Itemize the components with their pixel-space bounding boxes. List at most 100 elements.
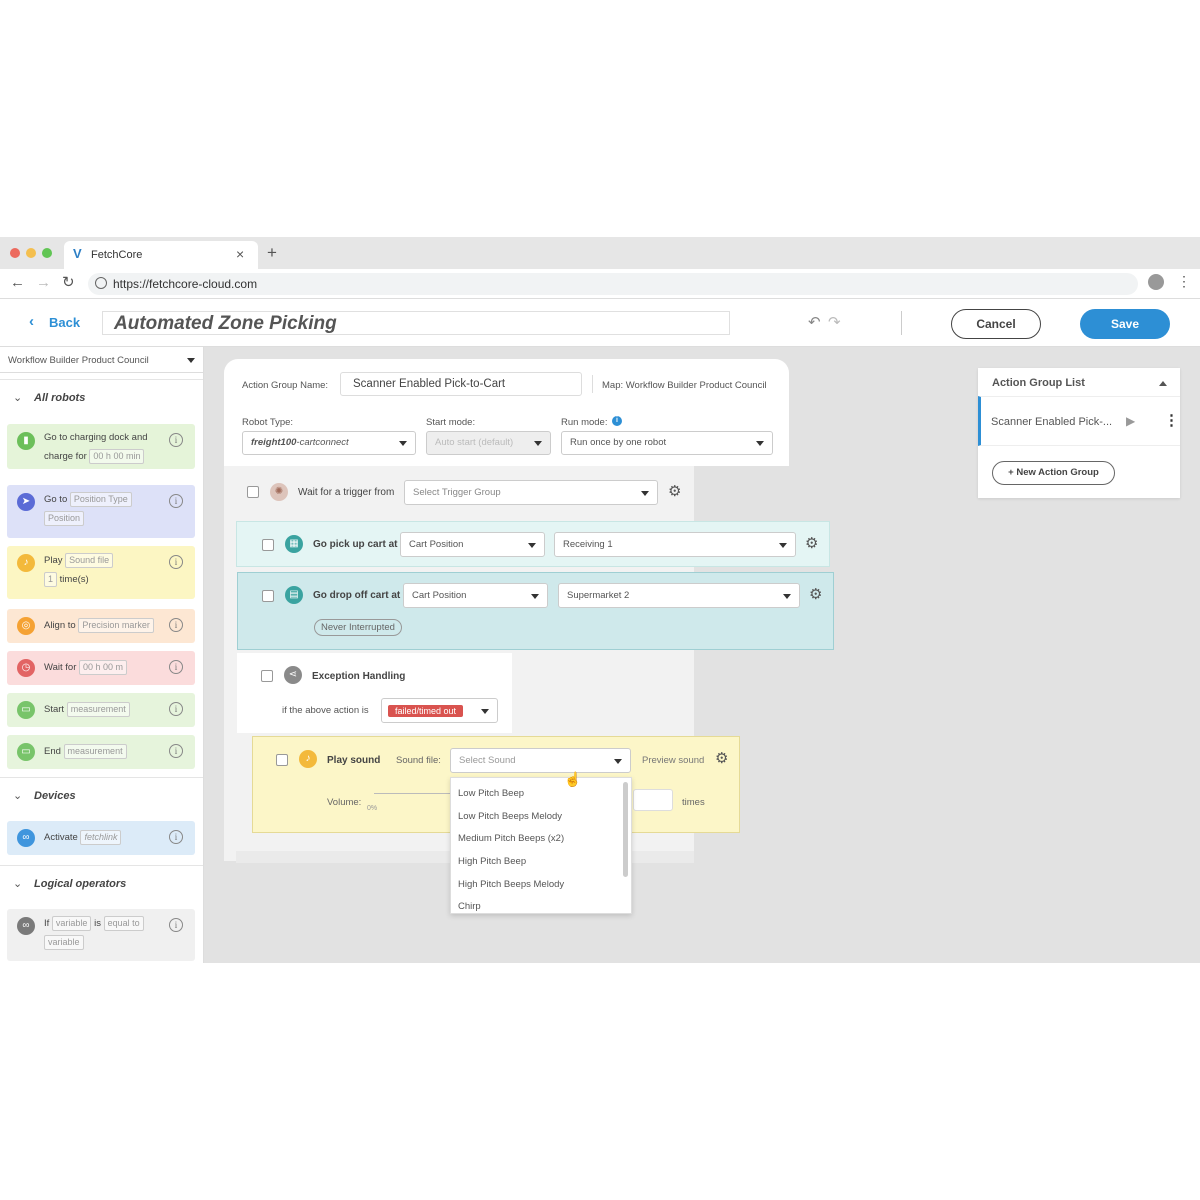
volume-slider[interactable] <box>374 793 454 794</box>
section-all-robots[interactable]: All robots <box>34 392 85 404</box>
dropoff-position-type-select[interactable]: Cart Position <box>403 583 548 608</box>
operator-icon: ∞ <box>17 917 35 935</box>
info-icon[interactable]: i <box>169 918 183 932</box>
sound-option[interactable]: Low Pitch Beeps Melody <box>458 811 562 822</box>
block-if[interactable]: ∞ If variable is equal to variable i <box>7 909 195 961</box>
sound-file-select[interactable]: Select Sound <box>450 748 631 773</box>
tab-close-icon[interactable]: × <box>236 246 244 262</box>
more-options-icon[interactable]: ⋮ <box>1164 411 1179 429</box>
collapse-devices-icon[interactable]: ⌄ <box>13 789 22 802</box>
new-tab-icon[interactable]: + <box>267 243 277 263</box>
undo-icon[interactable]: ↶ <box>808 313 821 331</box>
browser-window: V FetchCore × + ← → ↻ https://fetchcore-… <box>0 237 1200 963</box>
sound-option[interactable]: Chirp <box>458 901 481 912</box>
preview-sound-link[interactable]: Preview sound <box>642 755 704 766</box>
info-icon[interactable]: i <box>169 660 183 674</box>
exception-checkbox[interactable] <box>261 670 273 682</box>
sound-option[interactable]: High Pitch Beeps Melody <box>458 879 564 890</box>
collapse-all-robots-icon[interactable]: ⌄ <box>13 391 22 404</box>
dropoff-checkbox[interactable] <box>262 590 274 602</box>
cancel-button[interactable]: Cancel <box>951 309 1041 339</box>
collapse-logical-operators-icon[interactable]: ⌄ <box>13 877 22 890</box>
sound-option[interactable]: Low Pitch Beep <box>458 788 524 799</box>
pickup-checkbox[interactable] <box>262 539 274 551</box>
info-icon[interactable]: i <box>169 830 183 844</box>
robot-type-select[interactable]: freight100-cartconnect <box>242 431 416 455</box>
info-icon[interactable]: i <box>169 494 183 508</box>
precision-marker-chip: Precision marker <box>78 618 154 633</box>
block-activate[interactable]: ∞ Activate fetchlink i <box>7 821 195 855</box>
info-icon[interactable]: i <box>169 744 183 758</box>
browser-tab[interactable]: V FetchCore × <box>64 241 258 269</box>
gear-icon[interactable]: ⚙ <box>668 482 681 500</box>
dropdown-scrollbar[interactable] <box>623 782 628 877</box>
gear-icon[interactable]: ⚙ <box>715 749 728 767</box>
maximize-window-dot[interactable] <box>42 248 52 258</box>
dropoff-position-select[interactable]: Supermarket 2 <box>558 583 800 608</box>
save-button[interactable]: Save <box>1080 309 1170 339</box>
back-arrow-icon[interactable]: ← <box>10 274 25 291</box>
minimize-window-dot[interactable] <box>26 248 36 258</box>
trigger-block[interactable]: ✺ Wait for a trigger from Select Trigger… <box>236 473 694 511</box>
app-header: ‹ Back Automated Zone Picking ↶ ↷ Cancel… <box>0 299 1200 347</box>
chevron-up-icon[interactable] <box>1159 381 1167 386</box>
block-align[interactable]: ◎ Align to Precision marker i <box>7 609 195 643</box>
reload-icon[interactable]: ↻ <box>62 273 75 291</box>
trigger-checkbox[interactable] <box>247 486 259 498</box>
redo-icon[interactable]: ↷ <box>828 313 841 331</box>
block-palette-sidebar: Workflow Builder Product Council ⌄ All r… <box>0 347 204 963</box>
browser-menu-icon[interactable]: ⋮ <box>1177 273 1191 290</box>
chevron-down-icon <box>534 441 542 446</box>
section-logical-operators[interactable]: Logical operators <box>34 878 126 890</box>
info-icon[interactable]: i <box>169 618 183 632</box>
workspace-select[interactable]: Workflow Builder Product Council <box>0 347 203 373</box>
info-icon[interactable]: i <box>169 702 183 716</box>
block-start-measurement[interactable]: ▭ Start measurement i <box>7 693 195 727</box>
info-icon[interactable]: i <box>169 555 183 569</box>
trigger-group-select[interactable]: Select Trigger Group <box>404 480 658 505</box>
play-sound-checkbox[interactable] <box>276 754 288 766</box>
dropoff-block[interactable]: ▤ Go drop off cart at Cart Position Supe… <box>237 572 834 650</box>
chevron-left-icon[interactable]: ‹ <box>29 313 34 330</box>
block-goto[interactable]: ➤ Go to Position Type Position i <box>7 485 195 538</box>
info-icon[interactable]: i <box>169 433 183 447</box>
workflow-title-field[interactable]: Automated Zone Picking <box>102 311 730 335</box>
block-end-measurement[interactable]: ▭ End measurement i <box>7 735 195 769</box>
profile-avatar[interactable] <box>1148 274 1164 290</box>
close-window-dot[interactable] <box>10 248 20 258</box>
block-wait[interactable]: ◷ Wait for 00 h 00 m i <box>7 651 195 685</box>
pickup-position-value: Receiving 1 <box>563 539 613 550</box>
repeat-count-input[interactable] <box>633 789 673 811</box>
block-play[interactable]: ♪ Play Sound file 1 time(s) i <box>7 546 195 599</box>
url-field[interactable]: https://fetchcore-cloud.com <box>88 273 1138 295</box>
block-charge[interactable]: ▮ Go to charging dock and charge for 00 … <box>7 424 195 469</box>
sound-option[interactable]: High Pitch Beep <box>458 856 526 867</box>
sound-option[interactable]: Medium Pitch Beeps (x2) <box>458 833 564 844</box>
pickup-position-type-select[interactable]: Cart Position <box>400 532 545 557</box>
wait-time-chip: 00 h 00 m <box>79 660 128 675</box>
action-group-name-input[interactable]: Scanner Enabled Pick-to-Cart <box>340 372 582 396</box>
chevron-down-icon <box>641 490 649 496</box>
play-icon[interactable]: ▶ <box>1126 414 1135 428</box>
never-interrupted-chip[interactable]: Never Interrupted <box>314 619 402 636</box>
pickup-block[interactable]: ▦ Go pick up cart at Cart Position Recei… <box>236 521 830 567</box>
run-mode-select[interactable]: Run once by one robot <box>561 431 773 455</box>
site-info-icon[interactable] <box>95 277 107 289</box>
pickup-label: Go pick up cart at <box>313 539 398 550</box>
sound-dropdown-menu: Low Pitch Beep Low Pitch Beeps Melody Me… <box>450 777 632 914</box>
gear-icon[interactable]: ⚙ <box>809 585 822 603</box>
gear-icon[interactable]: ⚙ <box>805 534 818 552</box>
exception-status-select[interactable]: failed/timed out <box>381 698 498 723</box>
forward-arrow-icon[interactable]: → <box>36 274 51 291</box>
action-group-item[interactable]: Scanner Enabled Pick-... ▶ ⋮ <box>978 396 1180 446</box>
new-action-group-button[interactable]: + New Action Group <box>992 461 1115 485</box>
exception-block[interactable]: ⋖ Exception Handling if the above action… <box>237 653 512 733</box>
info-icon[interactable]: i <box>612 416 622 426</box>
pickup-position-select[interactable]: Receiving 1 <box>554 532 796 557</box>
robot-type-suffix: -cartconnect <box>296 437 349 448</box>
page-title: Automated Zone Picking <box>114 313 337 334</box>
cart-icon: ▤ <box>285 586 303 604</box>
start-mode-select[interactable]: Auto start (default) <box>426 431 551 455</box>
section-devices[interactable]: Devices <box>34 790 76 802</box>
back-button[interactable]: Back <box>49 315 80 330</box>
